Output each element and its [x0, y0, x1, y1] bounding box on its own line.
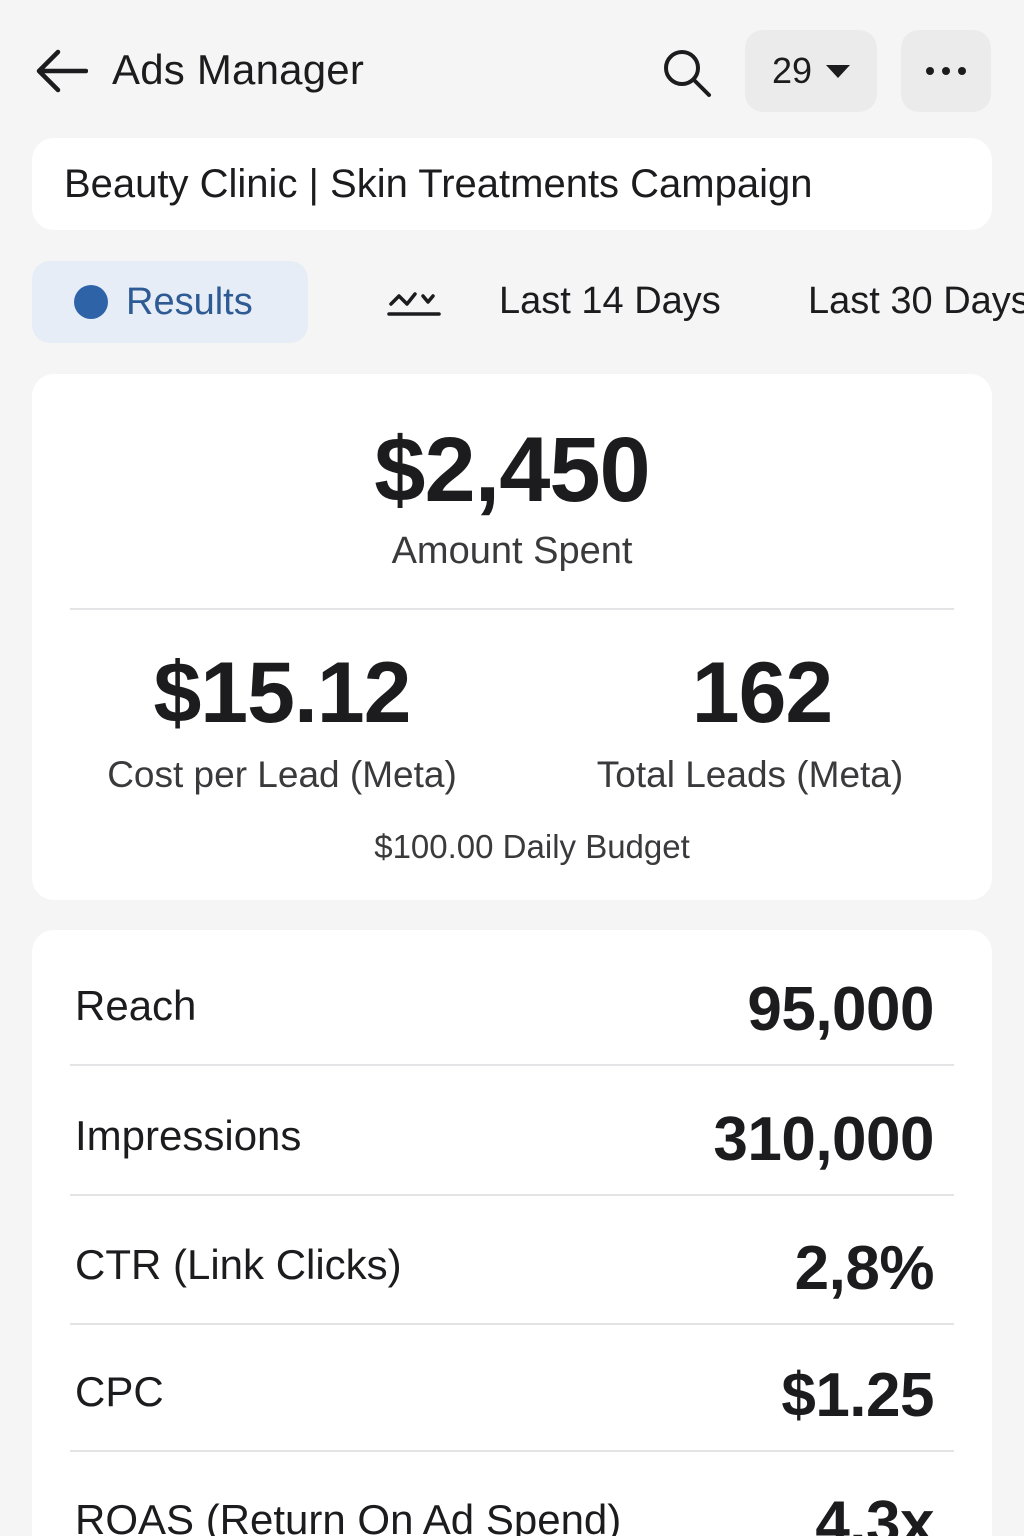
divider	[70, 608, 954, 610]
tab-last-30-days[interactable]: Last 30 Days	[808, 280, 1024, 323]
more-horizontal-icon	[926, 67, 934, 75]
ads-manager-screen: Ads Manager 29 Beauty Clinic | Skin Trea…	[0, 0, 1024, 1536]
amount-spent-value: $2,450	[374, 419, 650, 521]
more-options-button[interactable]	[901, 30, 991, 112]
metric-row-ctr[interactable]: CTR (Link Clicks) 2,8%	[32, 1197, 992, 1325]
campaign-name-card[interactable]: Beauty Clinic | Skin Treatments Campaign	[32, 138, 992, 230]
metric-value: 95,000	[747, 975, 934, 1044]
tab-last-14-days[interactable]: Last 14 Days	[499, 280, 721, 323]
tab-results-label: Results	[126, 280, 253, 323]
metric-row-roas[interactable]: ROAS (Return On Ad Spend) 4.3x	[32, 1452, 992, 1536]
back-arrow-icon	[36, 49, 88, 93]
search-button[interactable]	[656, 42, 718, 104]
total-leads-value: 162	[691, 645, 834, 741]
campaign-name: Beauty Clinic | Skin Treatments Campaign	[64, 161, 813, 206]
more-horizontal-icon-dot	[958, 67, 966, 75]
date-range-value: 29	[771, 50, 813, 91]
more-horizontal-icon-dot	[942, 67, 950, 75]
metric-label: CTR (Link Clicks)	[75, 1241, 402, 1288]
daily-budget-text: $100.00 Daily Budget	[374, 828, 690, 865]
back-button[interactable]	[30, 40, 92, 102]
search-icon	[664, 50, 711, 97]
amount-spent-label: Amount Spent	[391, 530, 633, 572]
metric-row-cpc[interactable]: CPC $1.25	[32, 1324, 992, 1452]
trend-toggle-button[interactable]	[386, 280, 442, 324]
metric-row-reach[interactable]: Reach 95,000	[32, 938, 992, 1066]
metric-label: CPC	[75, 1368, 164, 1415]
metric-value: 310,000	[713, 1105, 934, 1174]
metric-value: 4.3x	[815, 1489, 934, 1536]
summary-card: $2,450 Amount Spent $15.12 Cost per Lead…	[32, 374, 992, 900]
cost-per-lead-label: Cost per Lead (Meta)	[107, 754, 457, 795]
metric-label: ROAS (Return On Ad Spend)	[75, 1496, 622, 1536]
metric-value: 2,8%	[794, 1234, 935, 1303]
metric-label: Impressions	[75, 1112, 302, 1159]
tab-results[interactable]: Results	[32, 261, 308, 343]
divider	[70, 1194, 954, 1196]
metric-label: Reach	[75, 982, 197, 1029]
total-leads-label: Total Leads (Meta)	[596, 754, 904, 795]
top-bar: Ads Manager 29	[0, 0, 1024, 140]
cost-per-lead-value: $15.12	[153, 645, 411, 741]
metric-value: $1.25	[781, 1361, 934, 1430]
metrics-card: Reach 95,000 Impressions 310,000 CTR (Li…	[32, 930, 992, 1536]
trend-chart-icon	[387, 292, 441, 316]
status-dot-icon	[74, 285, 108, 319]
metric-row-impressions[interactable]: Impressions 310,000	[32, 1068, 992, 1196]
page-title: Ads Manager	[112, 46, 365, 93]
date-filter-tabs: Results Last 14 Days Last 30 Days	[0, 260, 1024, 344]
date-range-dropdown[interactable]: 29	[745, 30, 877, 112]
divider	[70, 1064, 954, 1066]
caret-down-icon	[826, 64, 851, 78]
